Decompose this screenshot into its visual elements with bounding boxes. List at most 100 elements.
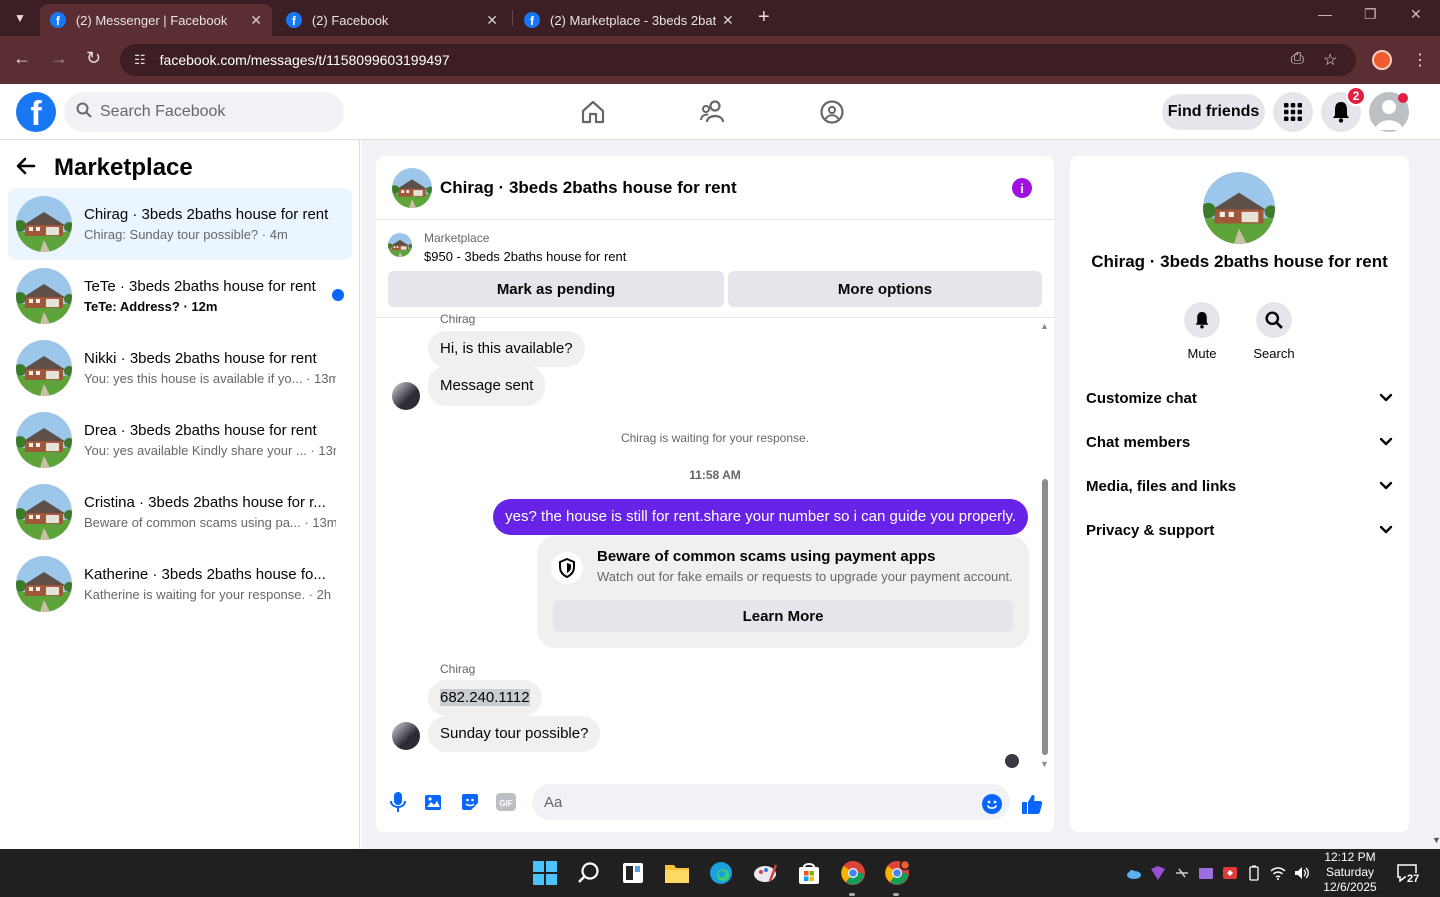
- emoji-icon[interactable]: [982, 794, 1002, 814]
- tab-messenger[interactable]: f (2) Messenger | Facebook ✕: [40, 4, 272, 36]
- windows-start-icon[interactable]: [531, 859, 559, 887]
- more-options-button[interactable]: More options: [728, 271, 1042, 307]
- scroll-down-icon[interactable]: ▼: [1040, 759, 1049, 769]
- details-section-label: Privacy & support: [1086, 521, 1215, 539]
- phone-number-text[interactable]: 682.240.1112: [440, 689, 530, 706]
- conversation-info-icon[interactable]: i: [1012, 178, 1032, 198]
- browser-profile-icon[interactable]: [1372, 50, 1392, 70]
- network-off-tray-icon[interactable]: [1174, 865, 1190, 881]
- notification-count-badge: 2: [1346, 86, 1366, 106]
- restore-icon[interactable]: ❐: [1364, 6, 1377, 23]
- paint-app-icon[interactable]: [751, 859, 779, 887]
- page-scrollbar[interactable]: ▼: [1432, 140, 1440, 849]
- conversation-name: Drea · 3beds 2baths house for rent: [84, 422, 317, 439]
- taskbar-clock[interactable]: 12:12 PM Saturday 12/6/2025: [1318, 850, 1382, 895]
- tab-search-chevron-icon[interactable]: ▼: [8, 6, 32, 30]
- tab-facebook[interactable]: f (2) Facebook ✕: [276, 4, 508, 36]
- app-tray-icon[interactable]: [1222, 865, 1238, 881]
- microsoft-store-icon[interactable]: [795, 859, 823, 887]
- security-tray-icon[interactable]: [1150, 865, 1166, 881]
- details-section[interactable]: Chat members: [1086, 420, 1393, 464]
- details-section[interactable]: Customize chat: [1086, 376, 1393, 420]
- url-bar[interactable]: ☷ facebook.com/messages/t/11580996031994…: [120, 44, 1356, 76]
- site-settings-icon[interactable]: ☷: [134, 52, 146, 68]
- conversation-item[interactable]: TeTe · 3beds 2baths house for rent TeTe: …: [8, 260, 352, 332]
- groups-icon[interactable]: [816, 96, 848, 128]
- forward-arrow-icon[interactable]: →: [50, 48, 68, 69]
- conversation-item[interactable]: Drea · 3beds 2baths house for rent You: y…: [8, 404, 352, 476]
- new-tab-icon[interactable]: +: [758, 6, 770, 29]
- conversation-item[interactable]: Chirag · 3beds 2baths house for rent Chir…: [8, 188, 352, 260]
- microphone-icon[interactable]: [386, 790, 410, 814]
- facebook-favicon-icon: f: [524, 12, 540, 28]
- details-section[interactable]: Media, files and links: [1086, 464, 1393, 508]
- tab-label: (2) Marketplace - 3beds 2baths: [550, 12, 716, 28]
- battery-tray-icon[interactable]: [1246, 865, 1262, 881]
- task-view-icon[interactable]: [619, 859, 647, 887]
- facebook-logo-icon[interactable]: f: [16, 92, 56, 132]
- conversation-item[interactable]: Nikki · 3beds 2baths house for rent You: …: [8, 332, 352, 404]
- page-scroll-down-icon[interactable]: ▼: [1432, 835, 1440, 845]
- listing-small-thumbnail[interactable]: [388, 233, 412, 257]
- back-arrow-icon[interactable]: ←: [13, 48, 31, 69]
- edge-browser-icon[interactable]: [707, 859, 735, 887]
- conversation-item[interactable]: Cristina · 3beds 2baths house for r... Be…: [8, 476, 352, 548]
- details-section[interactable]: Privacy & support: [1086, 508, 1393, 552]
- photo-icon[interactable]: [422, 790, 446, 814]
- scrollbar-thumb[interactable]: [1042, 479, 1048, 755]
- browser-tabbar: ▼ f (2) Messenger | Facebook ✕ f (2) Fac…: [0, 0, 1440, 36]
- incoming-message[interactable]: 682.240.1112: [428, 680, 542, 716]
- tab-close-icon[interactable]: ✕: [486, 12, 498, 29]
- tab-close-icon[interactable]: ✕: [722, 12, 734, 29]
- bookmark-star-icon[interactable]: ☆: [1323, 50, 1337, 70]
- sender-name: Chirag: [440, 312, 476, 326]
- conversation-item[interactable]: Katherine · 3beds 2baths house fo... Kath…: [8, 548, 352, 620]
- sender-avatar[interactable]: [392, 382, 420, 410]
- notification-count: 27: [1406, 873, 1421, 885]
- chrome-profile-icon[interactable]: [883, 859, 911, 887]
- sender-avatar[interactable]: [392, 722, 420, 750]
- onedrive-tray-icon[interactable]: [1126, 865, 1142, 881]
- menu-grid-icon[interactable]: [1273, 92, 1313, 132]
- folder-tray-icon[interactable]: [1198, 865, 1214, 881]
- chrome-icon[interactable]: [839, 859, 867, 887]
- listing-thumbnail[interactable]: [392, 167, 432, 208]
- incoming-message[interactable]: Hi, is this available?: [428, 331, 585, 367]
- find-friends-button[interactable]: Find friends: [1162, 94, 1265, 130]
- conversation-text: Drea · 3beds 2baths house for rent You: y…: [84, 422, 336, 458]
- install-app-icon[interactable]: ⎙: [1291, 50, 1304, 68]
- browser-menu-icon[interactable]: ⋮: [1412, 50, 1428, 70]
- mark-as-pending-button[interactable]: Mark as pending: [388, 271, 724, 307]
- search-input[interactable]: Search Facebook: [64, 92, 344, 132]
- listing-source-label: Marketplace: [424, 231, 490, 245]
- thumbs-up-icon[interactable]: [1020, 792, 1044, 816]
- read-receipt-avatar: [1005, 754, 1019, 768]
- listing-title[interactable]: $950 - 3beds 2baths house for rent: [424, 249, 626, 264]
- window-close-icon[interactable]: ✕: [1410, 6, 1422, 23]
- chat-title[interactable]: Chirag · 3beds 2baths house for rent: [440, 178, 737, 198]
- conversation-thumbnail: [16, 268, 72, 324]
- back-arrow-icon[interactable]: [16, 155, 36, 181]
- minimize-icon[interactable]: —: [1318, 6, 1332, 22]
- reload-icon[interactable]: ↻: [86, 48, 101, 69]
- incoming-message[interactable]: Message sent: [428, 366, 546, 406]
- outgoing-message[interactable]: yes? the house is still for rent.share y…: [493, 499, 1028, 535]
- friends-icon[interactable]: [697, 96, 729, 128]
- home-icon[interactable]: [577, 96, 609, 128]
- incoming-message[interactable]: Sunday tour possible?: [428, 716, 601, 752]
- gif-icon[interactable]: GIF: [494, 790, 518, 814]
- listing-profile-image[interactable]: [1203, 172, 1275, 244]
- volume-tray-icon[interactable]: [1294, 865, 1310, 881]
- mute-button[interactable]: Mute: [1172, 302, 1232, 361]
- sticker-icon[interactable]: [458, 790, 482, 814]
- message-input[interactable]: Aa: [532, 784, 1010, 820]
- file-explorer-icon[interactable]: [663, 859, 691, 887]
- search-in-conversation-button[interactable]: Search: [1244, 302, 1304, 361]
- chat-scrollbar[interactable]: ▲ ▼: [1040, 321, 1050, 771]
- taskbar-search-icon[interactable]: [575, 859, 603, 887]
- scroll-up-icon[interactable]: ▲: [1040, 321, 1049, 331]
- learn-more-button[interactable]: Learn More: [553, 600, 1013, 632]
- tab-marketplace[interactable]: f (2) Marketplace - 3beds 2baths ✕: [514, 4, 746, 36]
- tab-close-icon[interactable]: ✕: [250, 12, 262, 29]
- wifi-tray-icon[interactable]: [1270, 865, 1286, 881]
